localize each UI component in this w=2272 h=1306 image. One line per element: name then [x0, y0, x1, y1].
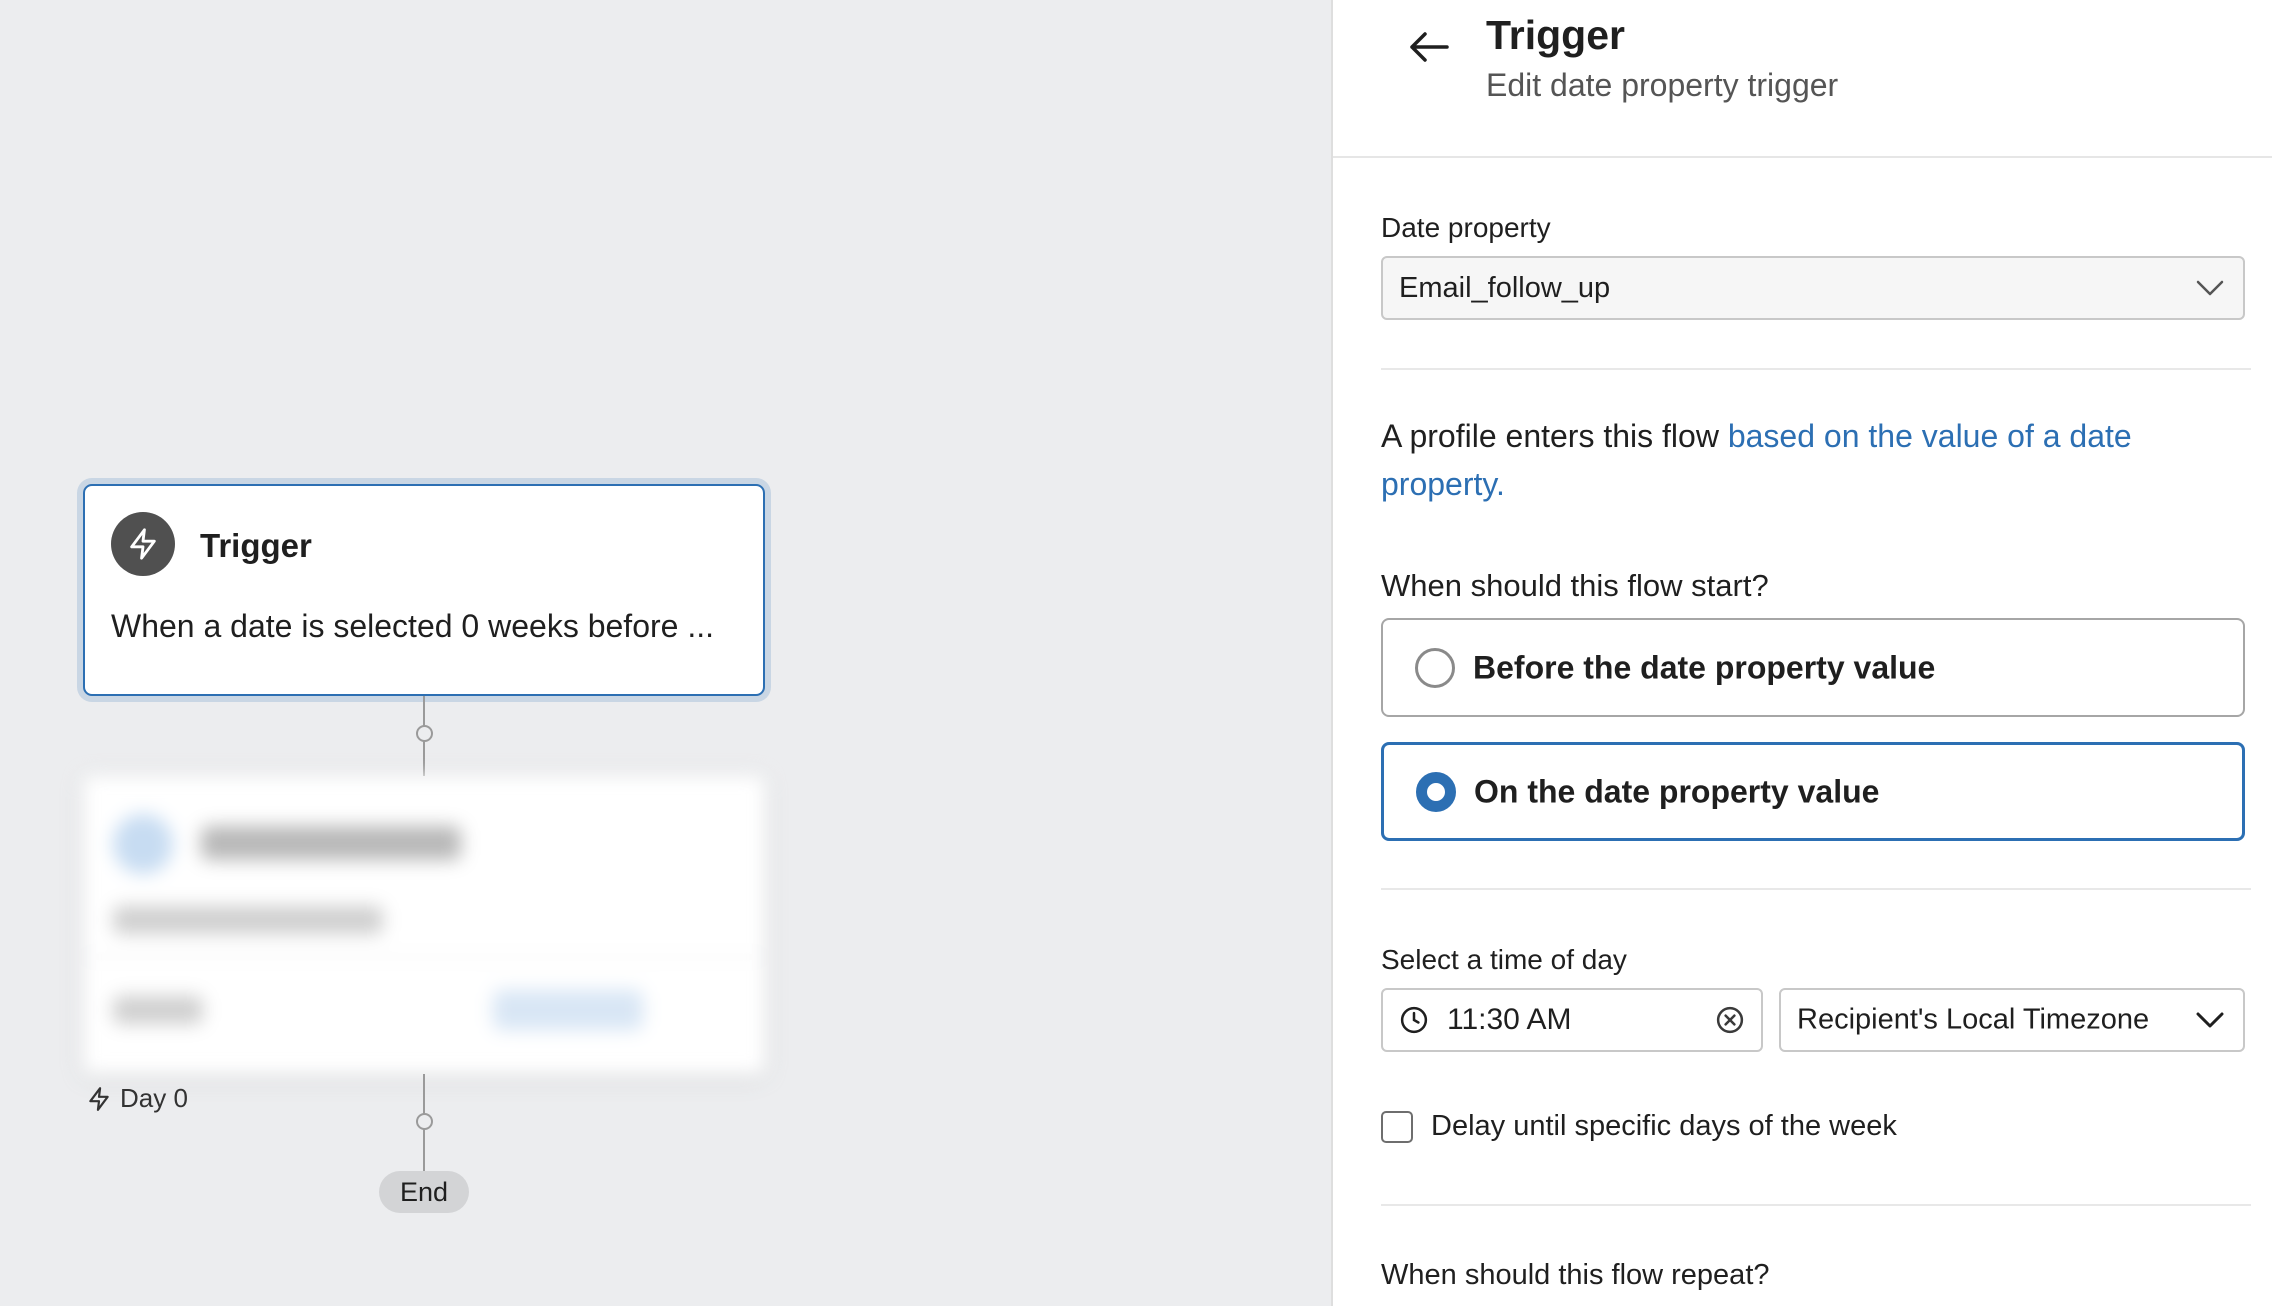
time-input[interactable]: 11:30 AM — [1381, 988, 1763, 1052]
radio-button-selected[interactable] — [1416, 771, 1456, 812]
panel-title: Trigger — [1486, 12, 1625, 58]
divider — [1381, 1204, 2251, 1206]
delay-checkbox-label: Delay until specific days of the week — [1431, 1110, 1897, 1142]
repeat-question: When should this flow repeat? — [1381, 1259, 1770, 1291]
date-property-label: Date property — [1381, 212, 1551, 243]
trigger-node-description: When a date is selected 0 weeks before .… — [111, 608, 714, 644]
delay-checkbox[interactable] — [1381, 1110, 1413, 1143]
info-prefix: A profile enters this flow — [1381, 418, 1728, 454]
flow-start-question: When should this flow start? — [1381, 568, 1769, 603]
clear-icon[interactable] — [1715, 1005, 1745, 1035]
blurred-email-node[interactable] — [83, 776, 765, 1074]
chevron-down-icon — [2196, 1012, 2224, 1028]
back-button[interactable] — [1399, 22, 1459, 72]
flow-canvas[interactable]: Trigger When a date is selected 0 weeks … — [0, 0, 1331, 1306]
radio-on-date[interactable]: On the date property value — [1381, 742, 2245, 841]
radio-label: Before the date property value — [1473, 649, 1936, 685]
trigger-edit-panel: Trigger Edit date property trigger Date … — [1331, 0, 2272, 1306]
radio-label: On the date property value — [1474, 773, 1880, 809]
end-node: End — [379, 1171, 469, 1213]
date-property-select[interactable]: Email_follow_up — [1381, 256, 2245, 320]
time-value: 11:30 AM — [1447, 1003, 1572, 1036]
delay-checkbox-row[interactable]: Delay until specific days of the week — [1381, 1110, 1897, 1143]
day-label: Day 0 — [86, 1083, 188, 1114]
radio-button[interactable] — [1415, 647, 1455, 688]
divider — [1381, 888, 2251, 890]
clock-icon — [1400, 1006, 1428, 1034]
connector-dot — [416, 1113, 433, 1130]
panel-subtitle: Edit date property trigger — [1486, 67, 1839, 103]
time-of-day-label: Select a time of day — [1381, 944, 1627, 975]
lightning-icon — [111, 512, 175, 576]
info-text: A profile enters this flow based on the … — [1381, 412, 2241, 508]
connector-dot — [416, 725, 433, 742]
lightning-icon — [89, 1086, 109, 1111]
timezone-select[interactable]: Recipient's Local Timezone — [1779, 988, 2245, 1052]
date-property-value: Email_follow_up — [1399, 271, 1611, 304]
radio-before-date[interactable]: Before the date property value — [1381, 618, 2245, 717]
timezone-value: Recipient's Local Timezone — [1797, 1003, 2150, 1036]
chevron-down-icon — [2196, 280, 2224, 296]
panel-header: Trigger Edit date property trigger — [1333, 0, 2272, 158]
day-label-text: Day 0 — [120, 1083, 188, 1113]
divider — [1381, 368, 2251, 370]
trigger-node-title: Trigger — [200, 527, 312, 564]
trigger-node[interactable]: Trigger When a date is selected 0 weeks … — [83, 484, 765, 696]
arrow-left-icon — [1410, 32, 1449, 62]
